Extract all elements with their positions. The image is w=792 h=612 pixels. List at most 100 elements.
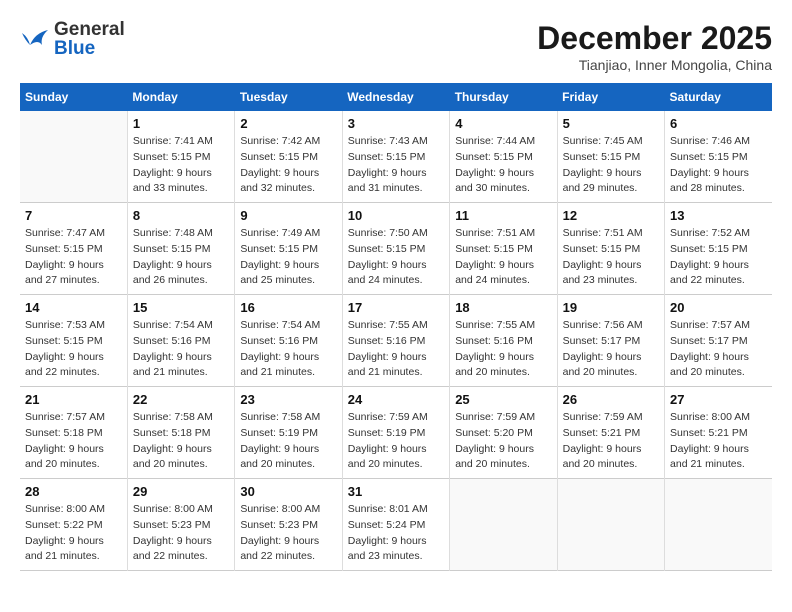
weekday-header-saturday: Saturday (665, 83, 772, 111)
day-number: 18 (455, 300, 551, 315)
day-info: Sunrise: 7:41 AM Sunset: 5:15 PM Dayligh… (133, 134, 229, 197)
day-number: 2 (240, 116, 336, 131)
day-number: 29 (133, 484, 229, 499)
day-info: Sunrise: 7:57 AM Sunset: 5:17 PM Dayligh… (670, 318, 767, 381)
logo-blue: Blue (54, 39, 125, 58)
calendar-cell (450, 479, 557, 571)
day-info: Sunrise: 8:00 AM Sunset: 5:21 PM Dayligh… (670, 410, 767, 473)
calendar-cell: 15Sunrise: 7:54 AM Sunset: 5:16 PM Dayli… (127, 295, 234, 387)
day-number: 16 (240, 300, 336, 315)
calendar-cell: 3 Sunrise: 7:43 AM Sunset: 5:15 PM Daylig… (342, 111, 449, 203)
calendar-cell: 1 Sunrise: 7:41 AM Sunset: 5:15 PM Daylig… (127, 111, 234, 203)
calendar-week-1: 1 Sunrise: 7:41 AM Sunset: 5:15 PM Daylig… (20, 111, 772, 203)
day-info: Sunrise: 7:42 AM Sunset: 5:15 PM Dayligh… (240, 134, 336, 197)
calendar-cell: 26 Sunrise: 7:59 AM Sunset: 5:21 PM Dayli… (557, 387, 664, 479)
calendar-cell: 19Sunrise: 7:56 AM Sunset: 5:17 PM Dayli… (557, 295, 664, 387)
weekday-header-row: SundayMondayTuesdayWednesdayThursdayFrid… (20, 83, 772, 111)
calendar-cell: 29 Sunrise: 8:00 AM Sunset: 5:23 PM Dayli… (127, 479, 234, 571)
calendar-cell: 4 Sunrise: 7:44 AM Sunset: 5:15 PM Daylig… (450, 111, 557, 203)
day-number: 8 (133, 208, 229, 223)
day-info: Sunrise: 7:51 AM Sunset: 5:15 PM Dayligh… (455, 226, 551, 289)
day-number: 15 (133, 300, 229, 315)
day-number: 31 (348, 484, 444, 499)
day-info: Sunrise: 7:52 AM Sunset: 5:15 PM Dayligh… (670, 226, 767, 289)
day-number: 11 (455, 208, 551, 223)
calendar-cell: 12 Sunrise: 7:51 AM Sunset: 5:15 PM Dayli… (557, 203, 664, 295)
day-info: Sunrise: 8:00 AM Sunset: 5:22 PM Dayligh… (25, 502, 122, 565)
day-info: Sunrise: 7:51 AM Sunset: 5:15 PM Dayligh… (563, 226, 659, 289)
day-number: 25 (455, 392, 551, 407)
weekday-header-wednesday: Wednesday (342, 83, 449, 111)
day-info: Sunrise: 7:59 AM Sunset: 5:21 PM Dayligh… (563, 410, 659, 473)
title-section: December 2025 Tianjiao, Inner Mongolia, … (537, 20, 772, 73)
day-info: Sunrise: 7:45 AM Sunset: 5:15 PM Dayligh… (563, 134, 659, 197)
calendar-cell: 30 Sunrise: 8:00 AM Sunset: 5:23 PM Dayli… (235, 479, 342, 571)
calendar-table: SundayMondayTuesdayWednesdayThursdayFrid… (20, 83, 772, 571)
day-info: Sunrise: 7:44 AM Sunset: 5:15 PM Dayligh… (455, 134, 551, 197)
calendar-cell: 24 Sunrise: 7:59 AM Sunset: 5:19 PM Dayli… (342, 387, 449, 479)
day-info: Sunrise: 7:50 AM Sunset: 5:15 PM Dayligh… (348, 226, 444, 289)
calendar-cell: 11 Sunrise: 7:51 AM Sunset: 5:15 PM Dayli… (450, 203, 557, 295)
page-header: General Blue December 2025 Tianjiao, Inn… (20, 20, 772, 73)
day-number: 1 (133, 116, 229, 131)
location-text: Tianjiao, Inner Mongolia, China (537, 57, 772, 73)
calendar-cell: 16 Sunrise: 7:54 AM Sunset: 5:16 PM Dayli… (235, 295, 342, 387)
calendar-cell (665, 479, 772, 571)
logo-general: General (54, 20, 125, 39)
day-info: Sunrise: 7:55 AM Sunset: 5:16 PM Dayligh… (455, 318, 551, 381)
calendar-week-2: 7 Sunrise: 7:47 AM Sunset: 5:15 PM Daylig… (20, 203, 772, 295)
day-info: Sunrise: 7:59 AM Sunset: 5:19 PM Dayligh… (348, 410, 444, 473)
day-info: Sunrise: 8:00 AM Sunset: 5:23 PM Dayligh… (240, 502, 336, 565)
weekday-header-friday: Friday (557, 83, 664, 111)
day-number: 5 (563, 116, 659, 131)
day-info: Sunrise: 7:54 AM Sunset: 5:16 PM Dayligh… (240, 318, 336, 381)
calendar-week-5: 28 Sunrise: 8:00 AM Sunset: 5:22 PM Dayli… (20, 479, 772, 571)
day-info: Sunrise: 8:00 AM Sunset: 5:23 PM Dayligh… (133, 502, 229, 565)
day-number: 14 (25, 300, 122, 315)
calendar-cell: 13Sunrise: 7:52 AM Sunset: 5:15 PM Dayli… (665, 203, 772, 295)
day-info: Sunrise: 7:59 AM Sunset: 5:20 PM Dayligh… (455, 410, 551, 473)
calendar-cell: 23Sunrise: 7:58 AM Sunset: 5:19 PM Dayli… (235, 387, 342, 479)
day-number: 24 (348, 392, 444, 407)
day-number: 30 (240, 484, 336, 499)
day-info: Sunrise: 7:57 AM Sunset: 5:18 PM Dayligh… (25, 410, 122, 473)
day-number: 7 (25, 208, 122, 223)
day-number: 17 (348, 300, 444, 315)
day-number: 23 (240, 392, 336, 407)
day-number: 3 (348, 116, 444, 131)
calendar-cell: 10 Sunrise: 7:50 AM Sunset: 5:15 PM Dayli… (342, 203, 449, 295)
calendar-cell: 8Sunrise: 7:48 AM Sunset: 5:15 PM Daylig… (127, 203, 234, 295)
weekday-header-thursday: Thursday (450, 83, 557, 111)
day-info: Sunrise: 7:49 AM Sunset: 5:15 PM Dayligh… (240, 226, 336, 289)
calendar-cell: 2 Sunrise: 7:42 AM Sunset: 5:15 PM Daylig… (235, 111, 342, 203)
logo-icon (20, 25, 50, 53)
day-info: Sunrise: 7:55 AM Sunset: 5:16 PM Dayligh… (348, 318, 444, 381)
calendar-cell: 6Sunrise: 7:46 AM Sunset: 5:15 PM Daylig… (665, 111, 772, 203)
calendar-cell: 20Sunrise: 7:57 AM Sunset: 5:17 PM Dayli… (665, 295, 772, 387)
calendar-cell: 9 Sunrise: 7:49 AM Sunset: 5:15 PM Daylig… (235, 203, 342, 295)
calendar-cell: 31 Sunrise: 8:01 AM Sunset: 5:24 PM Dayli… (342, 479, 449, 571)
day-number: 26 (563, 392, 659, 407)
day-info: Sunrise: 7:47 AM Sunset: 5:15 PM Dayligh… (25, 226, 122, 289)
month-title: December 2025 (537, 20, 772, 57)
day-info: Sunrise: 8:01 AM Sunset: 5:24 PM Dayligh… (348, 502, 444, 565)
day-info: Sunrise: 7:43 AM Sunset: 5:15 PM Dayligh… (348, 134, 444, 197)
calendar-cell: 14Sunrise: 7:53 AM Sunset: 5:15 PM Dayli… (20, 295, 127, 387)
calendar-week-3: 14Sunrise: 7:53 AM Sunset: 5:15 PM Dayli… (20, 295, 772, 387)
calendar-cell: 25 Sunrise: 7:59 AM Sunset: 5:20 PM Dayli… (450, 387, 557, 479)
day-info: Sunrise: 7:56 AM Sunset: 5:17 PM Dayligh… (563, 318, 659, 381)
weekday-header-sunday: Sunday (20, 83, 127, 111)
calendar-cell: 22 Sunrise: 7:58 AM Sunset: 5:18 PM Dayli… (127, 387, 234, 479)
logo-text: General Blue (54, 20, 125, 58)
day-number: 10 (348, 208, 444, 223)
day-number: 28 (25, 484, 122, 499)
day-number: 22 (133, 392, 229, 407)
calendar-cell: 28 Sunrise: 8:00 AM Sunset: 5:22 PM Dayli… (20, 479, 127, 571)
logo: General Blue (20, 20, 125, 58)
day-number: 21 (25, 392, 122, 407)
day-number: 9 (240, 208, 336, 223)
day-info: Sunrise: 7:46 AM Sunset: 5:15 PM Dayligh… (670, 134, 767, 197)
day-info: Sunrise: 7:58 AM Sunset: 5:18 PM Dayligh… (133, 410, 229, 473)
day-number: 4 (455, 116, 551, 131)
day-number: 12 (563, 208, 659, 223)
